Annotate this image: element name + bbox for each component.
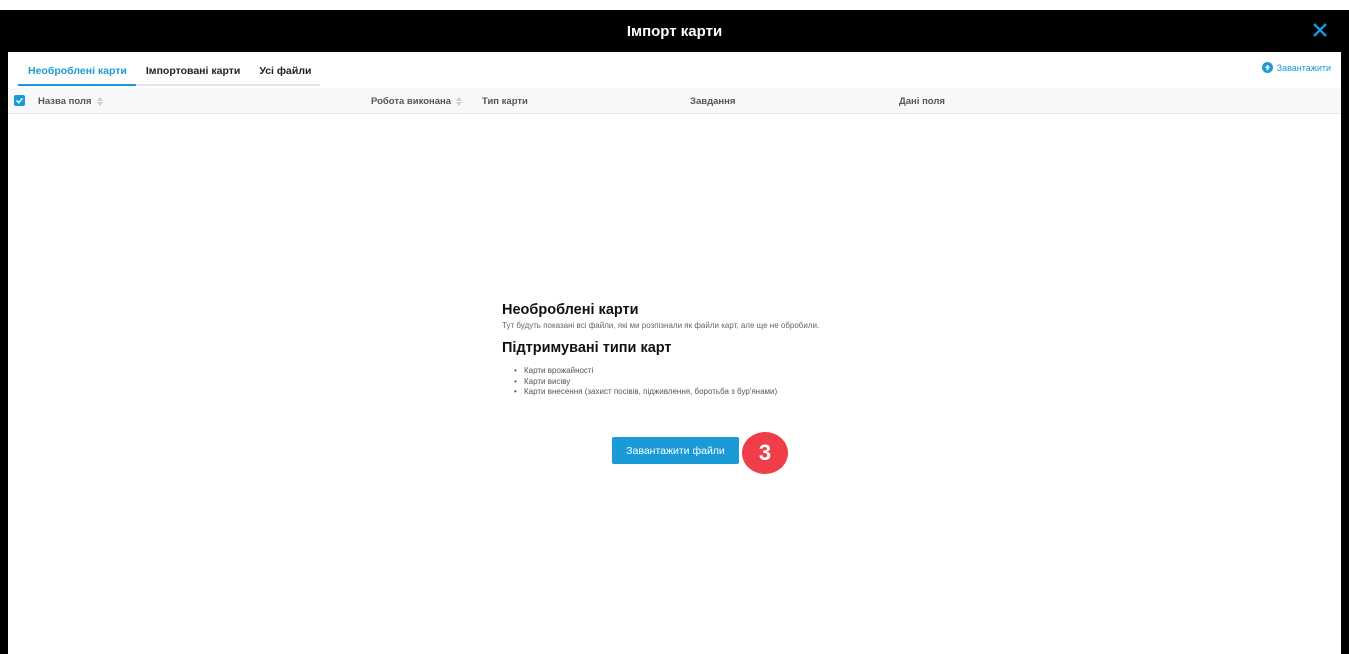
- sort-icon[interactable]: [456, 97, 463, 106]
- supported-types-list: Карти врожайності Карти висіву Карти вне…: [502, 366, 902, 398]
- list-item: Карти висіву: [514, 377, 902, 388]
- list-item: Карти врожайності: [514, 366, 902, 377]
- upload-link[interactable]: Завантажити: [1261, 62, 1331, 73]
- empty-state-title: Необроблені карти: [502, 302, 639, 318]
- table-header: Назва поля Робота виконана Тип карти Зав…: [8, 88, 1341, 114]
- upload-files-button[interactable]: Завантажити файли: [612, 437, 739, 464]
- close-icon[interactable]: [1309, 19, 1331, 41]
- column-map-type: Тип карти: [482, 96, 528, 107]
- check-icon: [15, 97, 24, 104]
- column-task: Завдання: [690, 96, 736, 107]
- sort-icon[interactable]: [96, 97, 103, 106]
- upload-link-label: Завантажити: [1276, 62, 1331, 73]
- column-field-name[interactable]: Назва поля: [38, 96, 103, 107]
- dialog-title: Імпорт карти: [626, 22, 723, 40]
- list-item: Карти внесення (захист посівів, підживле…: [514, 387, 902, 398]
- tab-unprocessed-maps[interactable]: Необроблені карти: [18, 60, 136, 86]
- upload-circle-icon: [1261, 62, 1273, 73]
- column-field-data: Дані поля: [899, 96, 945, 107]
- tab-bar: Необроблені карти Імпортовані карти Усі …: [18, 60, 321, 86]
- empty-state-description: Тут будуть показані всі файли, які ми ро…: [502, 321, 820, 330]
- column-work-done[interactable]: Робота виконана: [371, 96, 463, 107]
- select-all-checkbox[interactable]: [14, 95, 25, 106]
- dialog-title-bar: Імпорт карти: [8, 10, 1341, 52]
- step-number-badge: 3: [740, 430, 790, 476]
- empty-state: Необроблені карти Тут будуть показані вс…: [502, 302, 902, 398]
- tab-all-files[interactable]: Усі файли: [249, 60, 320, 84]
- tab-imported-maps[interactable]: Імпортовані карти: [136, 60, 249, 84]
- supported-types-title: Підтримувані типи карт: [502, 340, 672, 356]
